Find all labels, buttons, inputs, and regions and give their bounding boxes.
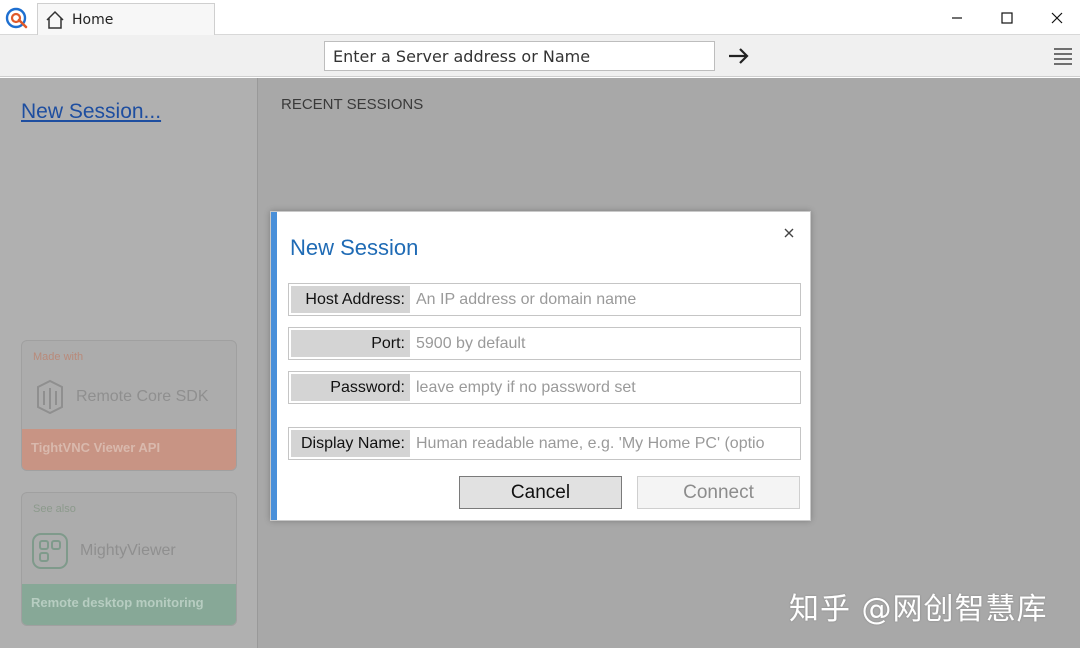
tab-home[interactable]: Home — [37, 3, 215, 35]
close-button[interactable] — [1034, 0, 1080, 35]
promo-tightvnc-band: TightVNC Viewer API — [22, 429, 236, 470]
display-name-row: Display Name: — [288, 427, 801, 460]
minimize-icon — [952, 16, 962, 19]
promo-mightyviewer[interactable]: See also MightyViewer Remote desktop mon… — [21, 492, 237, 626]
app-logo-icon — [5, 7, 28, 29]
host-address-row: Host Address: — [288, 283, 801, 316]
watermark: 知乎 @网创智慧库 — [789, 592, 1048, 627]
title-bar: Home — [0, 0, 1080, 35]
promo-made-with-label: Made with — [33, 351, 84, 363]
remote-core-logo-icon — [37, 379, 63, 415]
host-address-input[interactable] — [416, 286, 798, 313]
port-label: Port: — [291, 330, 410, 357]
promo-mightyviewer-name: MightyViewer — [80, 542, 176, 559]
promo-remote-core-sdk[interactable]: Made with Remote Core SDK TightVNC Viewe… — [21, 340, 237, 471]
new-session-dialog: New Session Host Address: Port: Password… — [270, 211, 811, 521]
server-address-input[interactable] — [324, 41, 715, 71]
tab-home-label: Home — [72, 12, 114, 28]
promo-monitoring-band: Remote desktop monitoring — [22, 584, 236, 625]
display-name-label: Display Name: — [291, 430, 410, 457]
mightyviewer-logo-icon — [32, 533, 68, 569]
minimize-button[interactable] — [934, 0, 980, 35]
sidebar: New Session... Made with Remote Core SDK… — [0, 78, 258, 648]
display-name-input[interactable] — [416, 430, 798, 457]
maximize-button[interactable] — [984, 0, 1030, 35]
port-input[interactable] — [416, 330, 798, 357]
address-bar — [0, 35, 1080, 77]
promo-remote-core-name: Remote Core SDK — [76, 388, 209, 405]
home-icon — [46, 10, 64, 29]
recent-sessions-heading: RECENT SESSIONS — [281, 96, 424, 113]
dialog-accent-bar — [271, 212, 277, 520]
dialog-close-icon[interactable] — [780, 224, 798, 242]
promo-see-also-label: See also — [33, 503, 76, 515]
arrow-right-icon[interactable] — [726, 44, 752, 68]
new-session-link[interactable]: New Session... — [21, 100, 161, 124]
dialog-title: New Session — [290, 235, 419, 260]
password-row: Password: — [288, 371, 801, 404]
hamburger-menu-icon[interactable] — [1053, 46, 1073, 66]
password-label: Password: — [291, 374, 410, 401]
close-icon — [1051, 12, 1063, 23]
connect-button[interactable]: Connect — [637, 476, 800, 509]
port-row: Port: — [288, 327, 801, 360]
cancel-button[interactable]: Cancel — [459, 476, 622, 509]
maximize-icon — [1001, 11, 1013, 24]
host-address-label: Host Address: — [291, 286, 410, 313]
password-input[interactable] — [416, 374, 798, 401]
